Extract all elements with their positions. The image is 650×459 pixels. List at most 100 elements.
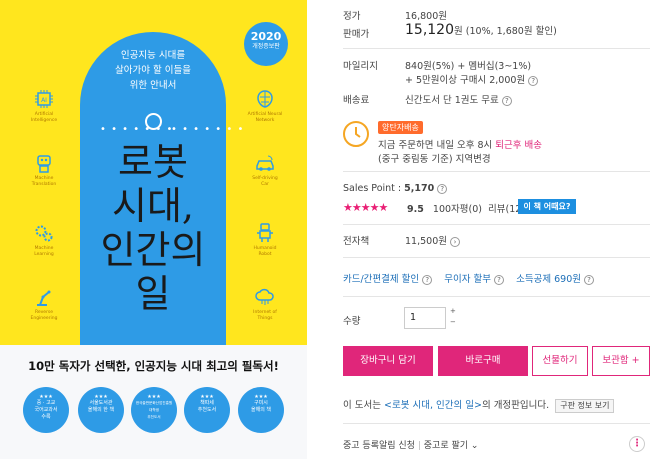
cover-icon-label: Machine Translation xyxy=(31,176,57,187)
cover-icon-iot: Internet of Things xyxy=(227,286,303,322)
ebook-price[interactable]: 11,500원 xyxy=(405,236,447,247)
cover-icon-label: Machine Learning xyxy=(34,246,54,257)
robot-icon xyxy=(37,155,51,173)
tax-deduction-link[interactable]: 소득공제 690원 xyxy=(516,274,581,285)
cover-icon-translation: Machine Translation xyxy=(6,152,82,188)
increase-icon[interactable]: + xyxy=(450,306,456,317)
cover-icon-label: Self-driving Car xyxy=(252,176,278,187)
ebook-label: 전자책 xyxy=(343,236,370,247)
brain-icon xyxy=(257,90,273,108)
gift-button[interactable]: 선물하기 xyxy=(532,346,588,376)
help-icon[interactable]: ? xyxy=(494,274,505,285)
cover-circle-icon xyxy=(145,113,162,130)
used-alert-link[interactable]: 중고 등록알림 신청 xyxy=(343,441,415,451)
divider xyxy=(343,48,650,49)
shipping-row: 신간도서 단 1권도 무료 ? xyxy=(405,92,512,106)
decrease-icon[interactable]: − xyxy=(450,317,456,328)
used-sell-link[interactable]: 중고로 팔기 xyxy=(424,441,468,451)
award-badge: ★★★ 한국출판문화산업진흥원 대학생 추천도서 xyxy=(131,387,177,433)
book-cover[interactable]: 2020 개정증보판 인공지능 시대를 살아가야 할 이들을 위한 안내서 • … xyxy=(0,0,307,459)
award-text: 중 · 고교 국어교과서 수록 xyxy=(34,400,58,420)
car-icon xyxy=(256,155,274,171)
badge-year: 2020 xyxy=(250,30,282,43)
cover-icon-label: Internet of Things xyxy=(253,310,277,321)
installment-link[interactable]: 무이자 할부 xyxy=(444,274,491,285)
cover-icon-label: Reverse Engineering xyxy=(30,310,58,321)
quantity-label: 수량 xyxy=(343,316,361,327)
sale-price-label: 판매가 xyxy=(343,29,370,40)
award-text: 책따세 추천도서 xyxy=(197,400,217,413)
mileage-line2-row: + 5만원이상 구매시 2,000원 ? xyxy=(405,72,539,86)
cover-dots-right: • • • • • • • xyxy=(171,124,245,135)
cover-icon-label: Artificial Intelligence xyxy=(30,112,58,123)
divider xyxy=(343,296,650,297)
divider xyxy=(343,257,650,258)
chevron-down-icon[interactable]: ⌄ xyxy=(471,441,479,451)
award-badge: ★★★ 책따세 추천도서 xyxy=(184,387,230,433)
help-icon[interactable]: ? xyxy=(437,183,448,194)
rating-value: 9.5 xyxy=(407,204,424,215)
cover-icon-reverse: Reverse Engineering xyxy=(6,286,82,322)
award-badge: ★★★ 서울도서관 올해의 한 책 xyxy=(78,387,124,433)
cloud-icon xyxy=(255,288,274,305)
edition-note-prefix: 이 도서는 xyxy=(343,400,381,411)
old-edition-button[interactable]: 구판 정보 보기 xyxy=(555,399,615,413)
express-delivery-tag: 양탄자배송 xyxy=(378,121,423,134)
short-review-link[interactable]: 100자평(0) xyxy=(433,204,482,215)
delivery-time: 지금 주문하면 내일 오후 8시 xyxy=(378,140,493,151)
more-options-icon[interactable]: ⋮ xyxy=(629,436,645,452)
cover-subtitle: 인공지능 시대를 살아가야 할 이들을 위한 안내서 xyxy=(115,50,191,91)
rating-row: 9.5 100자평(0) 리뷰(12) xyxy=(407,201,525,215)
help-icon[interactable]: ? xyxy=(528,75,539,86)
award-text: 한국출판문화산업진흥원 대학생 추천도서 xyxy=(135,401,173,419)
help-icon[interactable]: ? xyxy=(584,274,595,285)
sales-point-value: 5,170 xyxy=(404,183,435,194)
mileage-label: 마일리지 xyxy=(343,61,378,72)
award-badge: ★★★ 구미시 올해의 책 xyxy=(238,387,284,433)
mileage-line2: + 5만원이상 구매시 2,000원 xyxy=(405,75,526,86)
cover-icon-label: Humanoid Robot xyxy=(253,246,277,257)
book-poll-button[interactable]: 이 책 어때요? xyxy=(518,199,576,214)
separator: | xyxy=(417,441,421,451)
cover-icon-car: Self-driving Car xyxy=(227,152,303,188)
cover-icon-label: Artificial Neural Network xyxy=(247,112,283,123)
mileage-line1: 840원(5%) + 멤버십(3~1%) xyxy=(405,61,532,72)
rating-stars: ★★★★★ xyxy=(343,201,388,214)
badge-edition: 개정증보판 xyxy=(252,43,280,50)
add-to-cart-button[interactable]: 장바구니 담기 xyxy=(343,346,433,376)
help-icon[interactable]: ? xyxy=(501,95,512,106)
divider xyxy=(343,171,650,172)
gears-icon xyxy=(35,225,53,242)
quantity-input[interactable]: 1 xyxy=(404,307,446,329)
ebook-row: 11,500원 › xyxy=(405,233,461,247)
award-badge: ★★★ 중 · 고교 국어교과서 수록 xyxy=(23,387,69,433)
sales-point-label: Sales Point : xyxy=(343,183,402,194)
cover-icon-neural: Artificial Neural Network xyxy=(227,88,303,124)
buy-now-button[interactable]: 바로구매 xyxy=(438,346,528,376)
card-discount-link[interactable]: 카드/간편결제 할인 xyxy=(343,274,419,285)
delivery-line1: 지금 주문하면 내일 오후 8시 퇴근후 배송 xyxy=(378,137,542,151)
shipping-value: 신간도서 단 1권도 무료 xyxy=(405,95,499,106)
edition-badge: 2020 개정증보판 xyxy=(244,22,288,66)
used-book-row: 중고 등록알림 신청 | 중고로 팔기 ⌄ xyxy=(343,438,478,451)
help-icon[interactable]: ? xyxy=(422,274,433,285)
cover-dots-left: • • • • • • • xyxy=(100,124,174,135)
award-text: 구미시 올해의 책 xyxy=(251,400,271,413)
svg-text:AI: AI xyxy=(41,97,47,104)
delivery-highlight: 퇴근후 배송 xyxy=(495,140,543,151)
sales-point-row: Sales Point : 5,170 ? xyxy=(343,183,448,194)
divider xyxy=(343,423,650,424)
humanoid-icon xyxy=(257,223,273,242)
old-edition-link[interactable]: <로봇 시대, 인간의 일> xyxy=(384,400,482,411)
edition-note-suffix: 의 개정판입니다. xyxy=(481,400,550,411)
chevron-right-icon[interactable]: › xyxy=(450,236,461,247)
quantity-stepper[interactable]: + − xyxy=(450,306,456,328)
robot-arm-icon xyxy=(37,290,51,306)
list-price: 16,800원 xyxy=(405,11,447,22)
sale-price-row: 15,120원 (10%, 1,680원 할인) xyxy=(405,22,557,38)
divider xyxy=(343,224,650,225)
delivery-region[interactable]: (중구 중림동 기준) 지역변경 xyxy=(378,151,491,165)
clock-icon xyxy=(355,127,361,138)
wishlist-button[interactable]: 보관함 + xyxy=(592,346,650,376)
sale-price: 15,120 xyxy=(405,22,454,38)
